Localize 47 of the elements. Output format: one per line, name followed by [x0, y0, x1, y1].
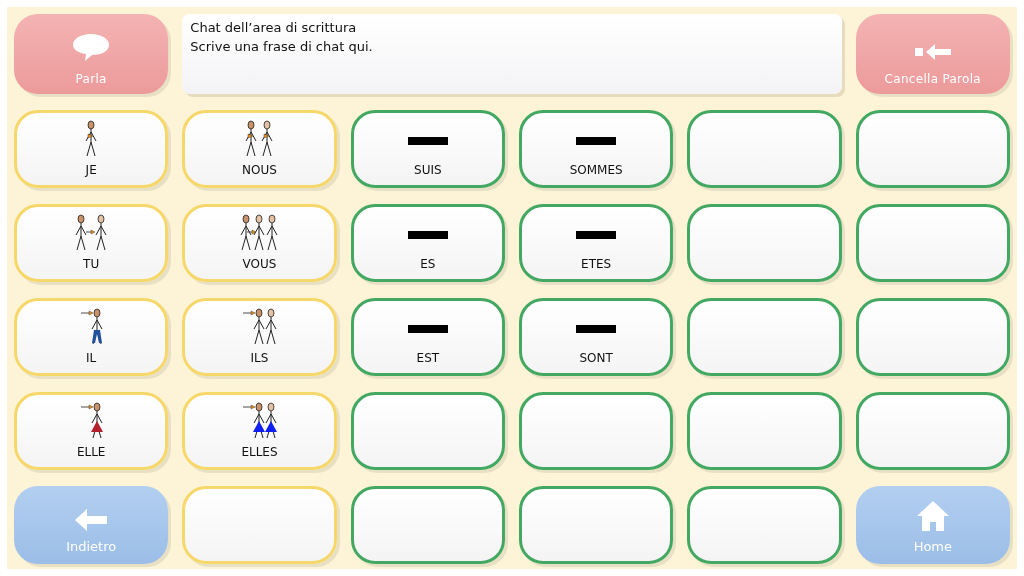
empty-button[interactable]: [687, 204, 842, 282]
empty-button[interactable]: [350, 486, 505, 564]
dash-icon: [407, 137, 448, 145]
word-button[interactable]: TU: [14, 204, 169, 282]
word-button[interactable]: IL: [14, 298, 169, 376]
word-button[interactable]: ES: [350, 204, 505, 282]
left-arrow-icon: [73, 507, 110, 533]
dash-icon: [407, 231, 448, 239]
empty-button[interactable]: [687, 298, 842, 376]
empty-button[interactable]: [350, 392, 505, 470]
word-button[interactable]: JE: [14, 110, 169, 188]
word-button[interactable]: ETES: [519, 204, 674, 282]
empty-button[interactable]: [855, 298, 1010, 376]
speech-bubble-icon: [71, 32, 112, 62]
word-button[interactable]: VOUS: [182, 204, 337, 282]
people-pictogram-icon: [79, 402, 103, 439]
empty-button[interactable]: [687, 486, 842, 564]
empty-button[interactable]: [687, 110, 842, 188]
word-button[interactable]: SUIS: [350, 110, 505, 188]
empty-button[interactable]: [855, 392, 1010, 470]
people-pictogram-icon: [242, 402, 277, 439]
dash-icon: [407, 325, 448, 333]
word-button[interactable]: ELLES: [182, 392, 337, 470]
message-title: Chat dell’area di scrittura: [190, 20, 357, 35]
people-pictogram-icon: [242, 308, 277, 345]
word-button[interactable]: SOMMES: [519, 110, 674, 188]
empty-button[interactable]: [855, 110, 1010, 188]
dash-icon: [576, 231, 617, 239]
people-pictogram-icon: [240, 214, 279, 251]
word-button[interactable]: SONT: [519, 298, 674, 376]
delete-arrow-icon: [912, 42, 953, 62]
word-button[interactable]: ILS: [182, 298, 337, 376]
message-text: Scrive una frase di chat qui.: [190, 39, 373, 54]
people-pictogram-icon: [75, 214, 108, 251]
empty-button[interactable]: [687, 392, 842, 470]
people-pictogram-icon: [245, 120, 274, 157]
dash-icon: [576, 325, 617, 333]
word-button[interactable]: ELLE: [14, 392, 169, 470]
word-button[interactable]: EST: [350, 298, 505, 376]
message-area[interactable]: Chat dell’area di scrittura Scrive una frase di chat qui.: [182, 14, 842, 94]
empty-button[interactable]: [519, 486, 674, 564]
people-pictogram-icon: [85, 120, 98, 157]
people-pictogram-icon: [79, 308, 103, 345]
empty-button[interactable]: [855, 204, 1010, 282]
empty-button[interactable]: [519, 392, 674, 470]
dash-icon: [576, 137, 617, 145]
word-button[interactable]: NOUS: [182, 110, 337, 188]
